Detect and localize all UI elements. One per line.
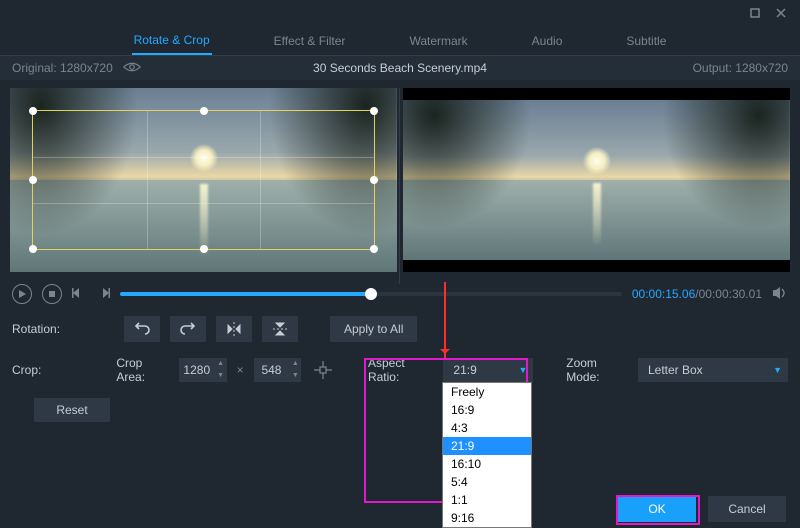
- reset-row: Reset: [12, 398, 788, 422]
- reset-button[interactable]: Reset: [34, 398, 110, 422]
- aspect-ratio-dropdown[interactable]: Freely16:94:321:916:105:41:19:16: [442, 382, 532, 528]
- preview-row: [0, 80, 800, 280]
- rotation-row: Rotation: Apply to All: [12, 316, 788, 342]
- tab-rotate-crop[interactable]: Rotate & Crop: [132, 27, 212, 55]
- rotate-cw-button[interactable]: [170, 316, 206, 342]
- playback-bar: 00:00:15.06/00:00:30.01: [0, 280, 800, 308]
- crop-height-field[interactable]: 548 ▲▼: [254, 358, 302, 382]
- tab-audio[interactable]: Audio: [530, 28, 565, 54]
- preview-original[interactable]: [10, 88, 397, 272]
- tab-subtitle[interactable]: Subtitle: [624, 28, 668, 54]
- seek-thumb[interactable]: [365, 288, 377, 300]
- bottom-bar: OK Cancel: [0, 490, 800, 528]
- flip-vertical-button[interactable]: [262, 316, 298, 342]
- crop-handle-br[interactable]: [370, 245, 378, 253]
- height-up[interactable]: ▲: [289, 358, 301, 370]
- zoom-mode-select[interactable]: Letter Box▼: [638, 358, 788, 382]
- cancel-button[interactable]: Cancel: [708, 496, 786, 522]
- crop-handle-bl[interactable]: [29, 245, 37, 253]
- crop-handle-tr[interactable]: [370, 107, 378, 115]
- crop-handle-l[interactable]: [29, 176, 37, 184]
- seek-slider[interactable]: [120, 292, 622, 296]
- aspect-ratio-select[interactable]: 21:9▼: [443, 358, 533, 382]
- aspect-option[interactable]: 4:3: [443, 419, 531, 437]
- aspect-option[interactable]: 21:9: [443, 437, 531, 455]
- info-bar: Original: 1280x720 30 Seconds Beach Scen…: [0, 56, 800, 80]
- aspect-option[interactable]: 1:1: [443, 491, 531, 509]
- chevron-down-icon: ▼: [773, 365, 782, 375]
- titlebar: [0, 0, 800, 26]
- crop-handle-b[interactable]: [200, 245, 208, 253]
- crop-handle-tl[interactable]: [29, 107, 37, 115]
- aspect-ratio-label: Aspect Ratio:: [368, 356, 433, 384]
- crop-label: Crop:: [12, 363, 67, 377]
- aspect-option[interactable]: Freely: [443, 383, 531, 401]
- next-frame-button[interactable]: [96, 286, 110, 303]
- crop-handle-t[interactable]: [200, 107, 208, 115]
- tab-effect-filter[interactable]: Effect & Filter: [272, 28, 348, 54]
- crop-box[interactable]: [32, 110, 375, 250]
- output-label: Output: 1280x720: [693, 61, 788, 75]
- prev-frame-button[interactable]: [72, 286, 86, 303]
- rotation-label: Rotation:: [12, 322, 72, 336]
- apply-to-all-button[interactable]: Apply to All: [330, 316, 417, 342]
- dim-separator: ×: [237, 363, 244, 377]
- close-button[interactable]: [770, 4, 792, 22]
- chevron-down-icon: ▼: [518, 365, 527, 375]
- center-crop-button[interactable]: [311, 357, 335, 383]
- aspect-option[interactable]: 9:16: [443, 509, 531, 527]
- minimize-button[interactable]: [744, 4, 766, 22]
- flip-horizontal-button[interactable]: [216, 316, 252, 342]
- ok-button[interactable]: OK: [618, 496, 696, 522]
- rotate-ccw-button[interactable]: [124, 316, 160, 342]
- aspect-option[interactable]: 5:4: [443, 473, 531, 491]
- time-display: 00:00:15.06/00:00:30.01: [632, 287, 762, 301]
- crop-handle-r[interactable]: [370, 176, 378, 184]
- height-down[interactable]: ▼: [289, 370, 301, 382]
- aspect-option[interactable]: 16:10: [443, 455, 531, 473]
- width-down[interactable]: ▼: [215, 370, 227, 382]
- original-label: Original: 1280x720: [12, 61, 113, 75]
- zoom-mode-label: Zoom Mode:: [566, 356, 628, 384]
- crop-row: Crop: Crop Area: 1280 ▲▼ × 548 ▲▼ Aspect…: [12, 356, 788, 384]
- crop-width-field[interactable]: 1280 ▲▼: [179, 358, 227, 382]
- tab-bar: Rotate & Crop Effect & Filter Watermark …: [0, 26, 800, 56]
- play-button[interactable]: [12, 284, 32, 304]
- controls-panel: Rotation: Apply to All Crop: Crop Area: …: [0, 308, 800, 430]
- aspect-option[interactable]: 16:9: [443, 401, 531, 419]
- editor-window: Rotate & Crop Effect & Filter Watermark …: [0, 0, 800, 528]
- preview-output: [403, 88, 790, 272]
- crop-area-label: Crop Area:: [116, 356, 169, 384]
- volume-icon[interactable]: [772, 285, 788, 304]
- stop-button[interactable]: [42, 284, 62, 304]
- width-up[interactable]: ▲: [215, 358, 227, 370]
- tab-watermark[interactable]: Watermark: [407, 28, 469, 54]
- preview-visibility-icon[interactable]: [123, 61, 141, 76]
- annotation-arrow: [444, 282, 446, 358]
